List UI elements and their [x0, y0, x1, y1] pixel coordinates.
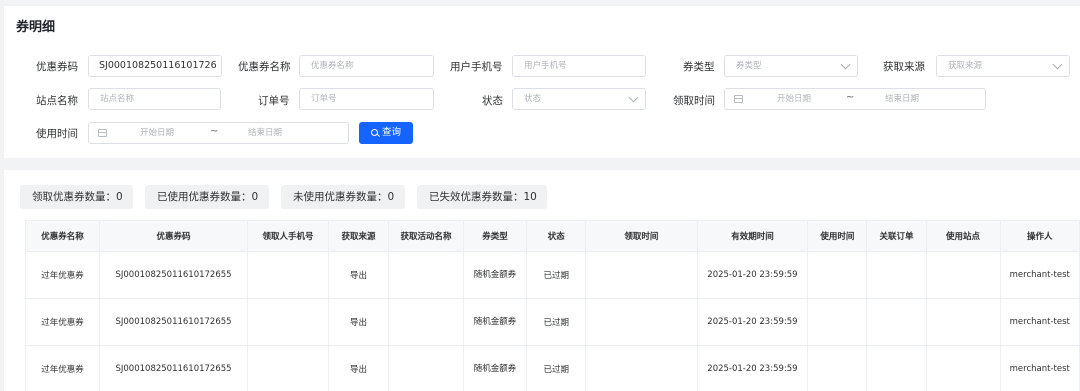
- receive-time-label: 领取时间: [673, 95, 715, 107]
- receive-start-date[interactable]: 开始日期: [777, 89, 811, 109]
- cell-source: 导出: [327, 298, 390, 346]
- cell-receiver-phone: [247, 298, 329, 346]
- cell-status: 已过期: [526, 345, 587, 391]
- chevron-down-icon: [840, 59, 851, 70]
- col-use-site: 使用站点: [925, 220, 1001, 252]
- cell-receive-time: [585, 251, 698, 299]
- status-select[interactable]: 状态: [512, 88, 646, 110]
- site-name-input[interactable]: 站点名称: [88, 88, 221, 110]
- cell-coupon-code: SJ000108250116101726​55: [98, 345, 249, 391]
- coupon-type-placeholder: 券类型: [736, 61, 762, 71]
- cell-activity-name: [388, 298, 464, 346]
- cell-valid-until: 2025-01-20 23:59:59: [696, 345, 809, 391]
- cell-source: 导出: [327, 345, 390, 391]
- cell-coupon-name: 过年优惠券: [25, 345, 100, 391]
- cell-related-order: [866, 251, 927, 299]
- cell-use-time: [807, 251, 868, 299]
- col-source: 获取来源: [327, 220, 390, 252]
- search-icon: [370, 128, 378, 136]
- chevron-down-icon: [1052, 59, 1063, 70]
- receive-time-range[interactable]: 开始日期 ~ 结束日期: [724, 88, 986, 110]
- calendar-icon: [98, 129, 107, 137]
- col-coupon-code: 优惠券码: [98, 220, 249, 252]
- stat-expired: 已失效优惠券数量：10: [417, 185, 547, 209]
- source-placeholder: 获取来源: [948, 61, 983, 71]
- cell-use-time: [807, 298, 868, 346]
- coupon-name-label: 优惠券名称: [238, 61, 291, 73]
- col-use-time: 使用时间: [807, 220, 868, 252]
- use-time-label: 使用时间: [36, 128, 78, 140]
- calendar-icon: [734, 95, 743, 103]
- coupon-type-select[interactable]: 券类型: [724, 55, 858, 77]
- order-no-input[interactable]: 订单号: [299, 88, 434, 110]
- col-activity-name: 获取活动名称: [388, 220, 464, 252]
- query-button-label: 查询: [381, 127, 401, 138]
- cell-operator: merchant-test: [999, 298, 1080, 346]
- use-end-date[interactable]: 结束日期: [248, 123, 282, 143]
- receive-range-separator: ~: [846, 92, 855, 103]
- table-row: 过年优惠券 SJ000108250116101726​55 导出 随机金额券 已…: [25, 345, 1080, 391]
- cell-source: 导出: [327, 251, 390, 299]
- user-phone-input[interactable]: 用户手机号: [512, 55, 646, 77]
- cell-use-time: [807, 345, 868, 391]
- col-operator: 操作人: [999, 220, 1080, 252]
- stat-unused: 未使用优惠券数量：0: [281, 185, 405, 209]
- col-receiver-phone: 领取人手机号: [247, 220, 329, 252]
- coupon-table: 优惠券名称 优惠券码 领取人手机号 获取来源 获取活动名称 券类型 状态 领取时…: [25, 220, 1080, 391]
- cell-activity-name: [388, 345, 464, 391]
- cell-related-order: [866, 298, 927, 346]
- coupon-name-input[interactable]: 优惠券名称: [299, 55, 434, 77]
- table-row: 过年优惠券 SJ000108250116101726​55 导出 随机金额券 已…: [25, 298, 1080, 346]
- coupon-type-label: 券类型: [683, 61, 715, 73]
- cell-coupon-code: SJ000108250116101726​55: [98, 251, 249, 299]
- use-start-date[interactable]: 开始日期: [140, 123, 174, 143]
- cell-operator: merchant-test: [999, 345, 1080, 391]
- use-range-separator: ~: [210, 126, 219, 137]
- use-time-range[interactable]: 开始日期 ~ 结束日期: [88, 122, 349, 144]
- cell-coupon-code: SJ000108250116101726​55: [98, 298, 249, 346]
- status-label: 状态: [482, 95, 503, 107]
- page-title: 券明细: [16, 20, 56, 35]
- cell-coupon-type: 随机金额券: [462, 298, 528, 346]
- cell-receiver-phone: [247, 251, 329, 299]
- site-name-label: 站点名称: [36, 95, 78, 107]
- col-receive-time: 领取时间: [585, 220, 698, 252]
- cell-use-site: [925, 251, 1001, 299]
- col-coupon-type: 券类型: [462, 220, 528, 252]
- col-status: 状态: [526, 220, 587, 252]
- cell-activity-name: [388, 251, 464, 299]
- query-button[interactable]: 查询: [359, 122, 413, 144]
- cell-valid-until: 2025-01-20 23:59:59: [696, 251, 809, 299]
- receive-end-date[interactable]: 结束日期: [885, 89, 919, 109]
- col-valid-until: 有效期时间: [696, 220, 809, 252]
- col-related-order: 关联订单: [866, 220, 927, 252]
- cell-related-order: [866, 345, 927, 391]
- cell-operator: merchant-test: [999, 251, 1080, 299]
- source-select[interactable]: 获取来源: [936, 55, 1070, 77]
- col-coupon-name: 优惠券名称: [25, 220, 100, 252]
- stat-received: 领取优惠券数量：0: [20, 185, 133, 209]
- source-label: 获取来源: [883, 61, 925, 73]
- cell-coupon-type: 随机金额券: [462, 251, 528, 299]
- cell-coupon-name: 过年优惠券: [25, 298, 100, 346]
- coupon-code-input[interactable]: SJ000108250116101726: [88, 55, 222, 77]
- stat-used: 已使用优惠券数量：0: [145, 185, 269, 209]
- table-header-row: 优惠券名称 优惠券码 领取人手机号 获取来源 获取活动名称 券类型 状态 领取时…: [25, 220, 1080, 252]
- cell-valid-until: 2025-01-20 23:59:59: [696, 298, 809, 346]
- cell-coupon-name: 过年优惠券: [25, 251, 100, 299]
- cell-receive-time: [585, 345, 698, 391]
- user-phone-label: 用户手机号: [450, 61, 503, 73]
- table-row: 过年优惠券 SJ000108250116101726​55 导出 随机金额券 已…: [25, 251, 1080, 299]
- cell-coupon-type: 随机金额券: [462, 345, 528, 391]
- cell-receiver-phone: [247, 345, 329, 391]
- cell-use-site: [925, 345, 1001, 391]
- cell-use-site: [925, 298, 1001, 346]
- cell-receive-time: [585, 298, 698, 346]
- cell-status: 已过期: [526, 251, 587, 299]
- order-no-label: 订单号: [258, 95, 290, 107]
- chevron-down-icon: [628, 92, 639, 103]
- status-placeholder: 状态: [524, 94, 542, 104]
- cell-status: 已过期: [526, 298, 587, 346]
- coupon-code-label: 优惠券码: [36, 61, 78, 73]
